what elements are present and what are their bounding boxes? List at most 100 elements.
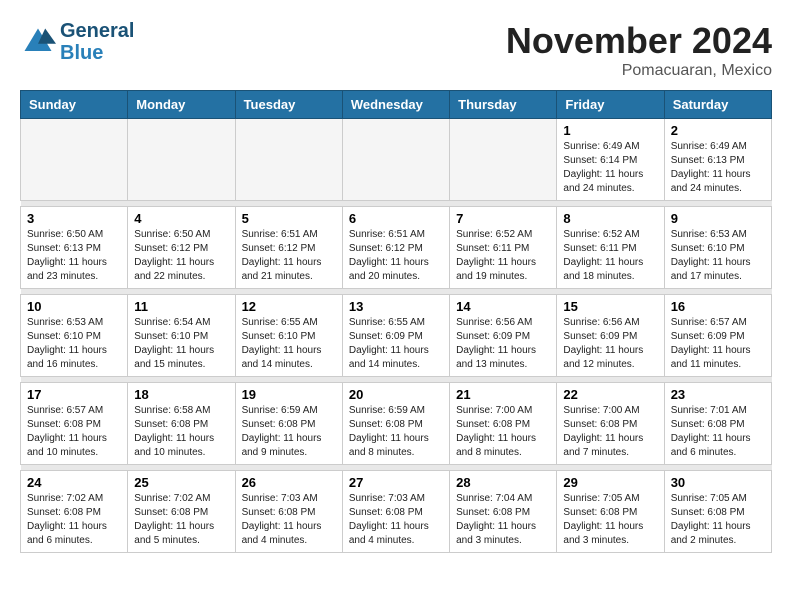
day-info: Sunrise: 6:55 AMSunset: 6:10 PMDaylight:… [242,316,336,372]
calendar-day-cell: 11Sunrise: 6:54 AMSunset: 6:10 PMDayligh… [128,295,235,377]
day-number: 30 [671,475,765,490]
calendar-day-cell: 27Sunrise: 7:03 AMSunset: 6:08 PMDayligh… [342,471,449,553]
day-info: Sunrise: 7:00 AMSunset: 6:08 PMDaylight:… [456,404,550,460]
day-info: Sunrise: 7:00 AMSunset: 6:08 PMDaylight:… [563,404,657,460]
calendar-day-cell [342,119,449,201]
calendar-day-cell: 30 Sunrise: 7:05 AMSunset: 6:08 PMDayligh… [664,471,771,553]
calendar-day-cell: 18 Sunrise: 6:58 AMSunset: 6:08 PMDayligh… [128,383,235,465]
day-info: Sunrise: 6:49 AMSunset: 6:13 PMDaylight:… [671,140,765,196]
day-number: 17 [27,387,121,402]
calendar-day-cell: 24 Sunrise: 7:02 AMSunset: 6:08 PMDayligh… [21,471,128,553]
title-area: November 2024 Pomacuaran, Mexico [506,20,772,80]
calendar-day-cell: 6 Sunrise: 6:51 AMSunset: 6:12 PMDaylight… [342,207,449,289]
day-number: 26 [242,475,336,490]
day-info: Sunrise: 6:56 AMSunset: 6:09 PMDaylight:… [456,316,550,372]
day-info: Sunrise: 6:55 AMSunset: 6:09 PMDaylight:… [349,316,443,372]
day-number: 12 [242,299,336,314]
day-number: 8 [563,211,657,226]
day-info: Sunrise: 7:04 AMSunset: 6:08 PMDaylight:… [456,492,550,548]
calendar-week-row: 1Sunrise: 6:49 AMSunset: 6:14 PMDaylight… [21,119,772,201]
calendar-day-cell: 15 Sunrise: 6:56 AMSunset: 6:09 PMDayligh… [557,295,664,377]
calendar-day-cell: 10Sunrise: 6:53 AMSunset: 6:10 PMDayligh… [21,295,128,377]
day-number: 6 [349,211,443,226]
calendar-day-cell: 29 Sunrise: 7:05 AMSunset: 6:08 PMDayligh… [557,471,664,553]
day-info: Sunrise: 6:50 AMSunset: 6:12 PMDaylight:… [134,228,228,284]
day-number: 20 [349,387,443,402]
calendar-day-cell: 19Sunrise: 6:59 AMSunset: 6:08 PMDayligh… [235,383,342,465]
day-info: Sunrise: 6:58 AMSunset: 6:08 PMDaylight:… [134,404,228,460]
calendar-day-cell [450,119,557,201]
calendar-week-row: 24 Sunrise: 7:02 AMSunset: 6:08 PMDayligh… [21,471,772,553]
calendar-day-cell [128,119,235,201]
day-number: 11 [134,299,228,314]
calendar-day-cell: 16Sunrise: 6:57 AMSunset: 6:09 PMDayligh… [664,295,771,377]
day-number: 7 [456,211,550,226]
day-number: 16 [671,299,765,314]
calendar-day-cell: 7 Sunrise: 6:52 AMSunset: 6:11 PMDaylight… [450,207,557,289]
weekday-header: Saturday [664,91,771,119]
day-number: 23 [671,387,765,402]
day-info: Sunrise: 7:02 AMSunset: 6:08 PMDaylight:… [134,492,228,548]
calendar-day-cell: 20 Sunrise: 6:59 AMSunset: 6:08 PMDayligh… [342,383,449,465]
weekday-header: Monday [128,91,235,119]
day-number: 15 [563,299,657,314]
calendar-day-cell: 22 Sunrise: 7:00 AMSunset: 6:08 PMDayligh… [557,383,664,465]
weekday-header: Wednesday [342,91,449,119]
calendar-day-cell: 13 Sunrise: 6:55 AMSunset: 6:09 PMDayligh… [342,295,449,377]
calendar-day-cell: 12 Sunrise: 6:55 AMSunset: 6:10 PMDayligh… [235,295,342,377]
day-number: 4 [134,211,228,226]
day-info: Sunrise: 6:59 AMSunset: 6:08 PMDaylight:… [349,404,443,460]
calendar-week-row: 10Sunrise: 6:53 AMSunset: 6:10 PMDayligh… [21,295,772,377]
calendar-day-cell: 17 Sunrise: 6:57 AMSunset: 6:08 PMDayligh… [21,383,128,465]
weekday-header: Friday [557,91,664,119]
day-info: Sunrise: 6:52 AMSunset: 6:11 PMDaylight:… [563,228,657,284]
day-number: 29 [563,475,657,490]
day-info: Sunrise: 7:05 AMSunset: 6:08 PMDaylight:… [671,492,765,548]
calendar-day-cell: 14 Sunrise: 6:56 AMSunset: 6:09 PMDayligh… [450,295,557,377]
day-info: Sunrise: 6:51 AMSunset: 6:12 PMDaylight:… [242,228,336,284]
calendar-week-row: 17 Sunrise: 6:57 AMSunset: 6:08 PMDayligh… [21,383,772,465]
weekday-header: Tuesday [235,91,342,119]
weekday-header: Sunday [21,91,128,119]
day-number: 18 [134,387,228,402]
calendar-day-cell: 3Sunrise: 6:50 AMSunset: 6:13 PMDaylight… [21,207,128,289]
logo-icon [20,24,56,60]
day-number: 22 [563,387,657,402]
page-header: General Blue November 2024 Pomacuaran, M… [20,20,772,80]
day-info: Sunrise: 7:02 AMSunset: 6:08 PMDaylight:… [27,492,121,548]
day-number: 13 [349,299,443,314]
day-info: Sunrise: 6:51 AMSunset: 6:12 PMDaylight:… [349,228,443,284]
calendar-day-cell: 23 Sunrise: 7:01 AMSunset: 6:08 PMDayligh… [664,383,771,465]
day-number: 10 [27,299,121,314]
calendar-day-cell: 9 Sunrise: 6:53 AMSunset: 6:10 PMDaylight… [664,207,771,289]
day-number: 2 [671,123,765,138]
day-info: Sunrise: 7:01 AMSunset: 6:08 PMDaylight:… [671,404,765,460]
calendar-day-cell: 2 Sunrise: 6:49 AMSunset: 6:13 PMDaylight… [664,119,771,201]
day-info: Sunrise: 6:50 AMSunset: 6:13 PMDaylight:… [27,228,121,284]
weekday-header: Thursday [450,91,557,119]
calendar-day-cell: 25Sunrise: 7:02 AMSunset: 6:08 PMDayligh… [128,471,235,553]
day-info: Sunrise: 7:05 AMSunset: 6:08 PMDaylight:… [563,492,657,548]
day-number: 24 [27,475,121,490]
calendar-day-cell [235,119,342,201]
weekday-header-row: SundayMondayTuesdayWednesdayThursdayFrid… [21,91,772,119]
day-info: Sunrise: 6:59 AMSunset: 6:08 PMDaylight:… [242,404,336,460]
day-number: 9 [671,211,765,226]
day-number: 5 [242,211,336,226]
day-info: Sunrise: 7:03 AMSunset: 6:08 PMDaylight:… [242,492,336,548]
day-info: Sunrise: 6:57 AMSunset: 6:08 PMDaylight:… [27,404,121,460]
calendar-day-cell: 4 Sunrise: 6:50 AMSunset: 6:12 PMDaylight… [128,207,235,289]
day-info: Sunrise: 6:49 AMSunset: 6:14 PMDaylight:… [563,140,657,196]
calendar-day-cell: 8 Sunrise: 6:52 AMSunset: 6:11 PMDaylight… [557,207,664,289]
day-number: 28 [456,475,550,490]
calendar-day-cell: 1Sunrise: 6:49 AMSunset: 6:14 PMDaylight… [557,119,664,201]
calendar-day-cell: 21 Sunrise: 7:00 AMSunset: 6:08 PMDayligh… [450,383,557,465]
day-number: 21 [456,387,550,402]
day-info: Sunrise: 6:56 AMSunset: 6:09 PMDaylight:… [563,316,657,372]
day-number: 14 [456,299,550,314]
day-info: Sunrise: 6:53 AMSunset: 6:10 PMDaylight:… [671,228,765,284]
month-title: November 2024 [506,20,772,62]
calendar-week-row: 3Sunrise: 6:50 AMSunset: 6:13 PMDaylight… [21,207,772,289]
calendar: SundayMondayTuesdayWednesdayThursdayFrid… [20,90,772,553]
day-info: Sunrise: 6:52 AMSunset: 6:11 PMDaylight:… [456,228,550,284]
